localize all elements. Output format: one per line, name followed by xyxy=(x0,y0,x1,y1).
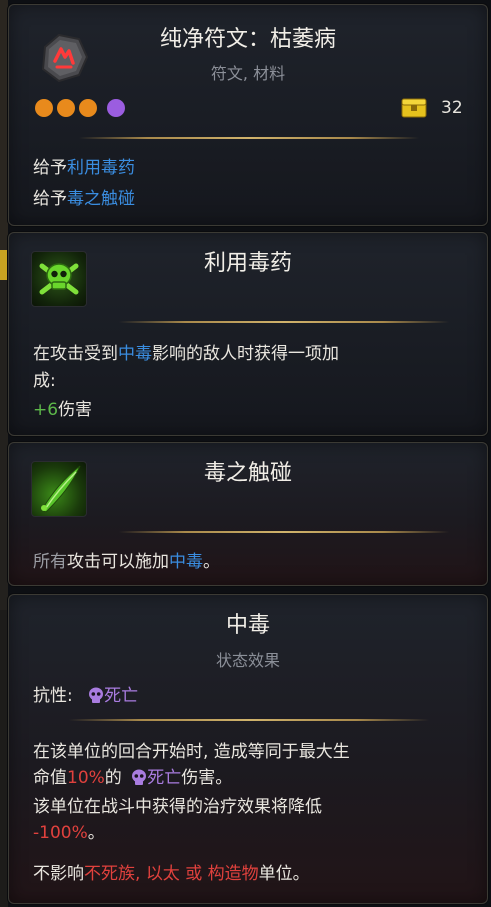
immune-undead: 不死族, xyxy=(84,864,141,884)
resist-line: 抗性: 死亡 xyxy=(33,681,138,709)
grant-line-1: 给予利用毒药 xyxy=(33,158,135,178)
exploit-title: 利用毒药 xyxy=(203,251,292,276)
poison-touch-panel: 毒之触碰 所有攻击可以施加中毒。 xyxy=(8,442,488,586)
death-damage-type: 死亡 xyxy=(147,768,182,788)
item-title: 纯净符文：枯萎病 xyxy=(159,27,336,52)
exploit-divider xyxy=(119,321,449,323)
exploit-desc-line-1: 在攻击受到中毒影响的敌人时获得一项加 xyxy=(33,344,339,364)
rune-slot-2 xyxy=(57,99,75,117)
rune-slot-4 xyxy=(107,99,125,117)
touch-divider xyxy=(119,531,449,533)
background-edge-mid xyxy=(0,280,8,610)
poison-subtitle: 状态效果 xyxy=(215,651,280,670)
grant-line-2: 给予毒之触碰 xyxy=(33,189,135,209)
healing-reduction: -100% xyxy=(33,823,88,843)
gold-chest-icon xyxy=(401,98,427,118)
poison-desc-1a: 在该单位的回合开始时, 造成等同于最大生 xyxy=(33,742,350,762)
rune-slot-1 xyxy=(35,99,53,117)
link-poison-touch[interactable]: 毒之触碰 xyxy=(67,189,135,209)
exploit-poison-panel: 利用毒药 在攻击受到中毒影响的敌人时获得一项加 成: +6伤害 xyxy=(8,232,488,436)
bonus-value: +6 xyxy=(33,400,59,420)
poison-title: 中毒 xyxy=(225,613,270,638)
link-exploit-poison[interactable]: 利用毒药 xyxy=(67,158,135,178)
max-hp-percent: 10% xyxy=(67,768,105,788)
touch-title: 毒之触碰 xyxy=(203,461,292,486)
gold-value: 32 xyxy=(441,98,463,118)
poison-desc-2b: -100%。 xyxy=(33,823,105,843)
item-divider xyxy=(79,137,419,139)
bonus-label: 伤害 xyxy=(58,400,93,420)
poison-desc-2a: 该单位在战斗中获得的治疗效果将降低 xyxy=(33,797,322,817)
exploit-bonus-line: +6伤害 xyxy=(33,395,92,420)
immune-construct: 构造物 xyxy=(207,864,259,884)
poison-desc-1b: 命值10%的 死亡伤害。 xyxy=(33,763,232,791)
rune-slot-3 xyxy=(79,99,97,117)
immune-or: 或 xyxy=(185,864,203,884)
resist-value: 死亡 xyxy=(104,686,139,706)
poison-divider xyxy=(69,719,429,721)
background-edge-top xyxy=(0,0,8,250)
death-skull-icon xyxy=(88,687,104,709)
item-tooltip-panel: 纯净符文：枯萎病 符文, 材料 32 给予利用毒药 给予毒之触碰 xyxy=(8,4,488,226)
poison-status-panel: 中毒 状态效果 抗性: 死亡 在该单位的回合开始时, 造成等同于最大生 命值10… xyxy=(8,594,488,904)
link-poisoned[interactable]: 中毒 xyxy=(118,344,152,364)
touch-desc-line: 所有攻击可以施加中毒。 xyxy=(33,552,220,572)
item-subtitle: 符文, 材料 xyxy=(210,64,286,83)
link-poisoned-2[interactable]: 中毒 xyxy=(169,552,203,572)
exploit-desc-line-2: 成: xyxy=(33,371,56,391)
background-edge-bottom xyxy=(0,610,8,907)
background-edge-yellow xyxy=(0,250,8,280)
death-skull-icon-inline xyxy=(131,769,147,791)
poison-immunity-line: 不影响不死族, 以太 或 构造物单位。 xyxy=(33,864,310,884)
immune-ether: 以太 xyxy=(145,864,180,884)
